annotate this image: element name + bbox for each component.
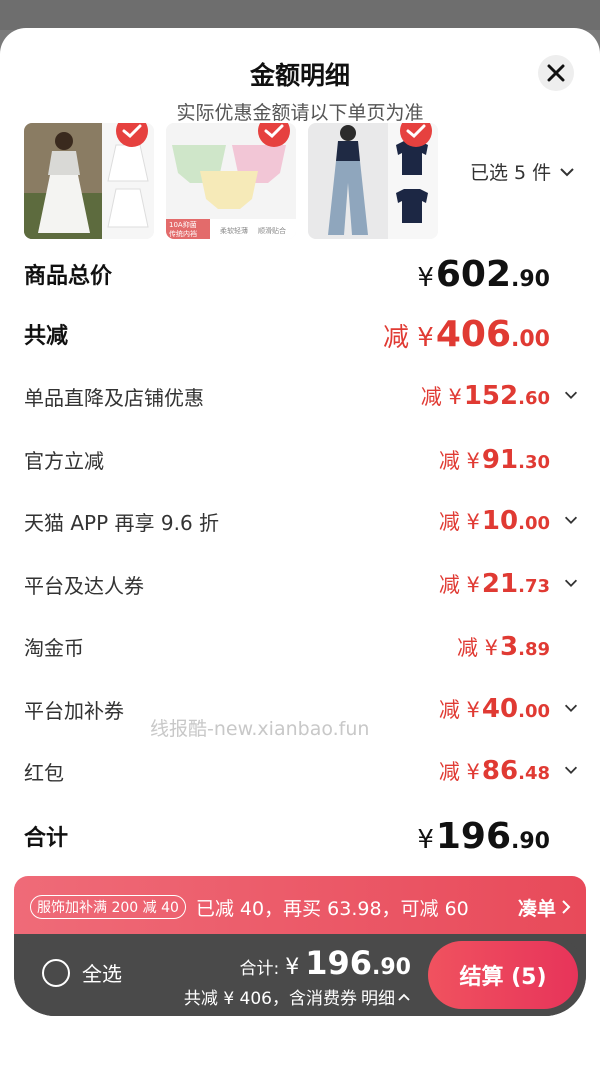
chevron-down-icon [556,696,580,720]
product-thumb-jeans[interactable] [308,123,438,239]
product-thumb-dress[interactable] [24,123,154,239]
row-label: 合计 [24,826,69,851]
details-button[interactable]: 明细 [361,984,411,1009]
row-label: 红包 [24,760,64,785]
row-amount: 减 ¥10.00 [439,506,580,536]
row-amount: 减 ¥40.00 [439,694,580,724]
row-amount: ¥602.90 [417,253,550,295]
watermark: 线报酷-new.xianbao.fun [150,718,370,740]
row-label: 淘金币 [24,635,84,660]
row-amount: 减 ¥406.00 [383,313,550,355]
row-label: 平台及达人券 [24,573,144,598]
row-amount: 减 ¥152.60 [421,381,580,411]
row-label: 商品总价 [24,264,113,289]
checkout-bar: 全选 合计: ¥ 196 .90 共减 ¥ 406，含消费券 明细 结算 (5) [14,934,586,1016]
total-label: 合计: [239,959,280,979]
row-total-discount: 共减 减 ¥406.00 [24,313,580,355]
product-thumbnails: 10A抑菌 传统内裆 柔软轻薄 顺滑贴合 [24,123,444,239]
selected-count-label: 已选 5 件 [470,162,552,184]
sheet-title: 金额明细 [249,61,350,90]
row-platform-coupon[interactable]: 平台及达人券 减 ¥21.73 [24,564,580,604]
thumb-label-1: 10A抑菌 [169,220,197,229]
savings-text: 共减 ¥ 406，含消费券 [183,989,357,1009]
chevron-down-icon [560,167,574,176]
promo-message: 已减 40，再买 63.98，可减 60 [195,897,469,920]
row-tmall-app-discount[interactable]: 天猫 APP 再享 9.6 折 减 ¥10.00 [24,501,580,541]
row-amount: 减 ¥21.73 [439,569,580,599]
row-taojinbi: 淘金币 减 ¥3.89 [24,626,580,666]
row-amount: ¥196.90 [417,815,550,857]
total-int: 196 [305,944,373,982]
checkout-button[interactable]: 结算 (5) [428,941,578,1009]
product-thumb-underwear[interactable]: 10A抑菌 传统内裆 柔软轻薄 顺滑贴合 [166,123,296,239]
checkbox-circle-icon [42,958,70,987]
row-official-discount: 官方立减 减 ¥91.30 [24,439,580,479]
row-amount: 减 ¥3.89 [456,631,550,662]
row-item-store-discount[interactable]: 单品直降及店铺优惠 减 ¥152.60 [24,376,580,416]
select-all-label: 全选 [82,962,122,986]
status-area [0,0,600,30]
total-summary: 合计: ¥ 196 .90 共减 ¥ 406，含消费券 明细 [184,944,411,1009]
chevron-down-icon [556,383,580,407]
close-button[interactable] [538,55,574,91]
row-red-packet[interactable]: 红包 减 ¥86.48 [24,751,580,791]
row-label: 共减 [24,324,69,349]
row-goods-total: 商品总价 ¥602.90 [24,253,580,295]
amount-detail-sheet: 金额明细 实际优惠金额请以下单页为准 10A抑菌 传统内裆 柔软轻薄 顺滑贴合 … [0,28,600,1070]
chevron-right-icon [562,900,571,914]
row-amount: 减 ¥91.30 [438,444,550,475]
chevron-down-icon [556,508,580,532]
close-icon [547,64,565,82]
sheet-subtitle: 实际优惠金额请以下单页为准 [176,102,424,124]
selected-count-toggle[interactable]: 已选 5 件 [470,158,577,185]
row-label: 平台加补券 [24,698,124,723]
row-grand-total: 合计 ¥196.90 [24,815,580,857]
row-label: 天猫 APP 再享 9.6 折 [24,510,220,535]
row-amount: 减 ¥86.48 [439,756,580,786]
chevron-up-icon [398,993,410,1001]
thumb-label-2: 传统内裆 [169,229,197,238]
chevron-down-icon [556,571,580,595]
thumb-label-3: 柔软轻薄 [220,226,248,235]
promo-tag: 服饰加补满 200 减 40 [30,895,186,919]
add-items-button[interactable]: 凑单 [518,894,572,921]
promo-banner[interactable]: 服饰加补满 200 减 40 已减 40，再买 63.98，可减 60 凑单 [14,876,586,938]
select-all-toggle[interactable]: 全选 [42,958,122,987]
chevron-down-icon [556,758,580,782]
total-currency: ¥ [285,955,300,980]
total-dec: .90 [372,955,411,980]
row-label: 单品直降及店铺优惠 [24,385,204,410]
thumb-label-4: 顺滑贴合 [258,226,286,235]
row-label: 官方立减 [24,448,104,473]
